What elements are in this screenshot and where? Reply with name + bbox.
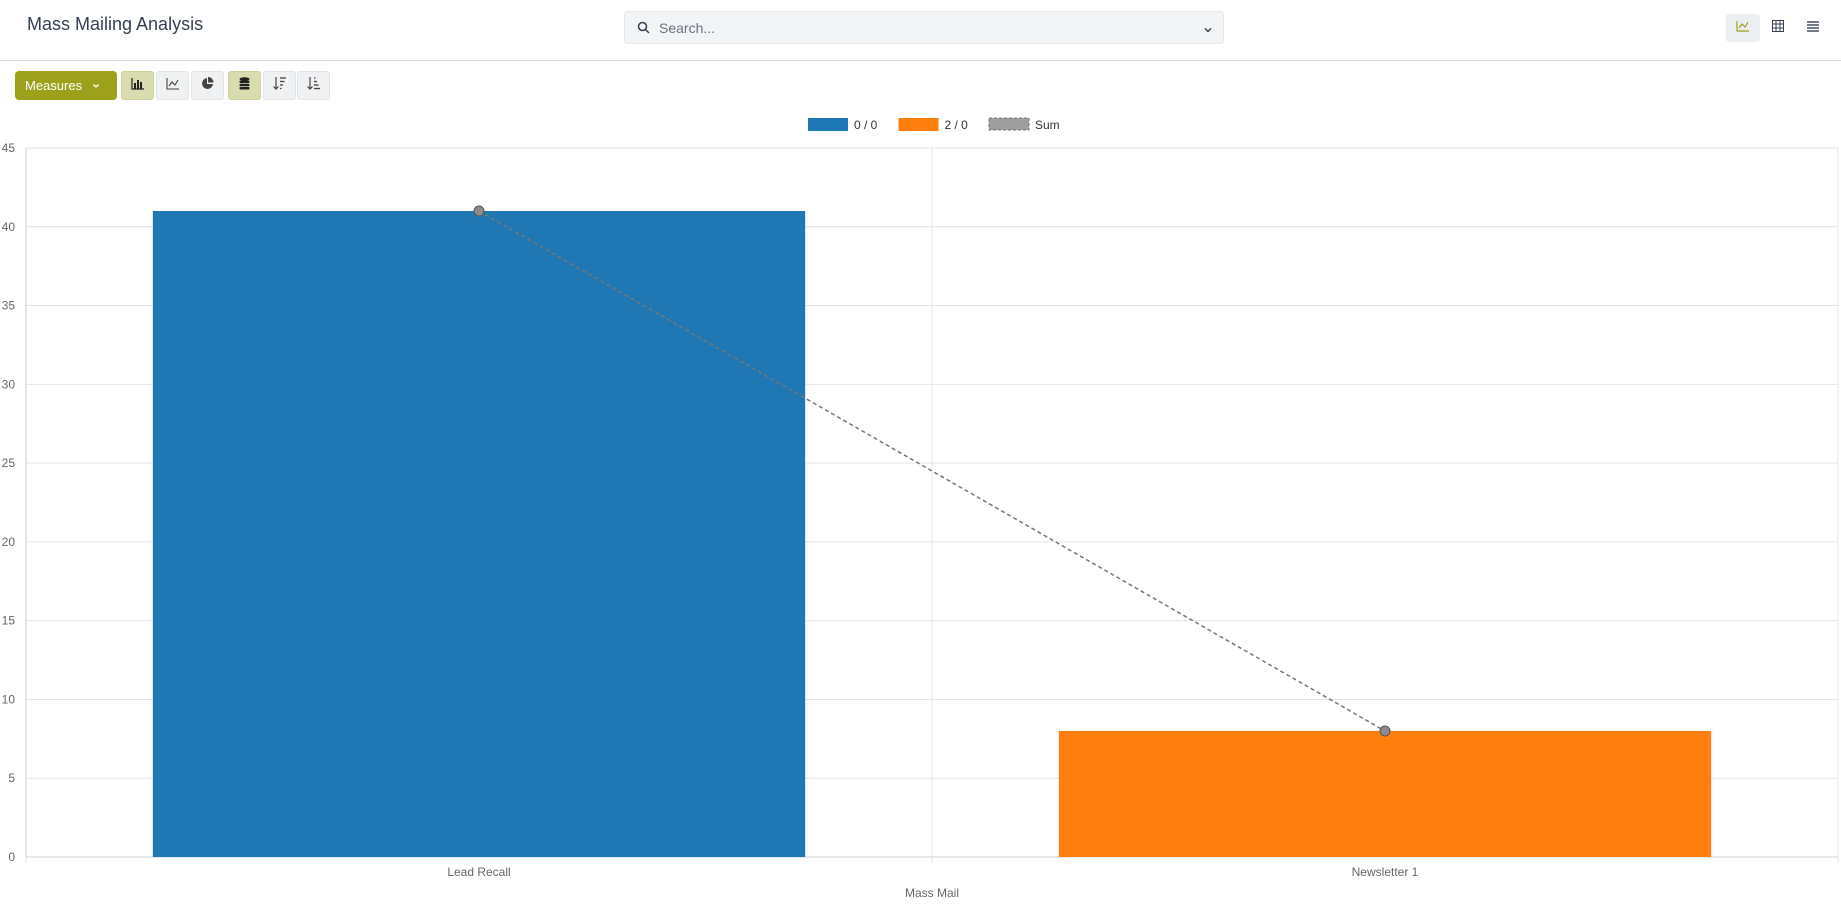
y-tick-label: 5	[8, 771, 15, 785]
pivot-view-button[interactable]	[1761, 14, 1795, 42]
bar	[152, 211, 806, 857]
sort-descending-icon	[272, 76, 287, 95]
legend-label: 0 / 0	[854, 118, 878, 132]
bar-chart-button[interactable]	[121, 71, 154, 100]
search-icon	[637, 21, 650, 39]
x-tick-label: Lead Recall	[447, 865, 510, 879]
sum-point	[1379, 725, 1391, 737]
stacked-button[interactable]	[228, 71, 261, 100]
sort-descending-button[interactable]	[263, 71, 296, 100]
top-bar: Mass Mailing Analysis	[0, 0, 1841, 61]
measures-button[interactable]: Measures	[15, 71, 117, 100]
y-tick-label: 45	[2, 141, 16, 155]
legend-swatch	[898, 118, 939, 131]
chevron-down-icon	[92, 78, 100, 93]
graph-view-button[interactable]	[1726, 14, 1760, 42]
bar-chart: 0 5 10 15 20 25 30 35 40 45 Lead Recall Newsletter …	[2, 117, 1839, 900]
legend-swatch	[988, 117, 1030, 131]
sort-ascending-icon	[306, 76, 321, 95]
measures-label: Measures	[25, 78, 83, 93]
chevron-down-icon[interactable]	[1203, 22, 1213, 40]
sum-point	[473, 205, 485, 217]
y-tick-label: 15	[2, 614, 16, 628]
x-tick-label: Newsletter 1	[1352, 865, 1419, 879]
y-tick-label: 10	[2, 692, 16, 706]
page-title: Mass Mailing Analysis	[27, 14, 204, 34]
y-tick-label: 35	[2, 299, 16, 313]
table-icon	[1772, 19, 1784, 37]
y-tick-label: 30	[2, 377, 16, 391]
sort-ascending-button[interactable]	[297, 71, 330, 100]
bar	[1058, 730, 1712, 857]
search-input[interactable]	[659, 16, 1179, 40]
x-axis-title: Mass Mail	[905, 886, 959, 900]
line-chart-icon	[165, 77, 180, 95]
bar-chart-icon	[130, 77, 145, 95]
y-tick-label: 25	[2, 456, 16, 470]
database-icon	[239, 76, 250, 95]
y-tick-label: 20	[2, 535, 16, 549]
pie-chart-icon	[201, 76, 214, 95]
legend-swatch	[808, 118, 848, 131]
search-box[interactable]	[624, 11, 1224, 44]
y-tick-label: 40	[2, 220, 16, 234]
line-chart-icon	[1736, 19, 1750, 37]
list-icon	[1807, 19, 1819, 37]
legend-label: 2 / 0	[945, 118, 969, 132]
legend-label: Sum	[1035, 118, 1060, 132]
list-view-button[interactable]	[1796, 14, 1830, 42]
line-chart-button[interactable]	[156, 71, 189, 100]
pie-chart-button[interactable]	[191, 71, 224, 100]
y-tick-label: 0	[8, 850, 15, 864]
